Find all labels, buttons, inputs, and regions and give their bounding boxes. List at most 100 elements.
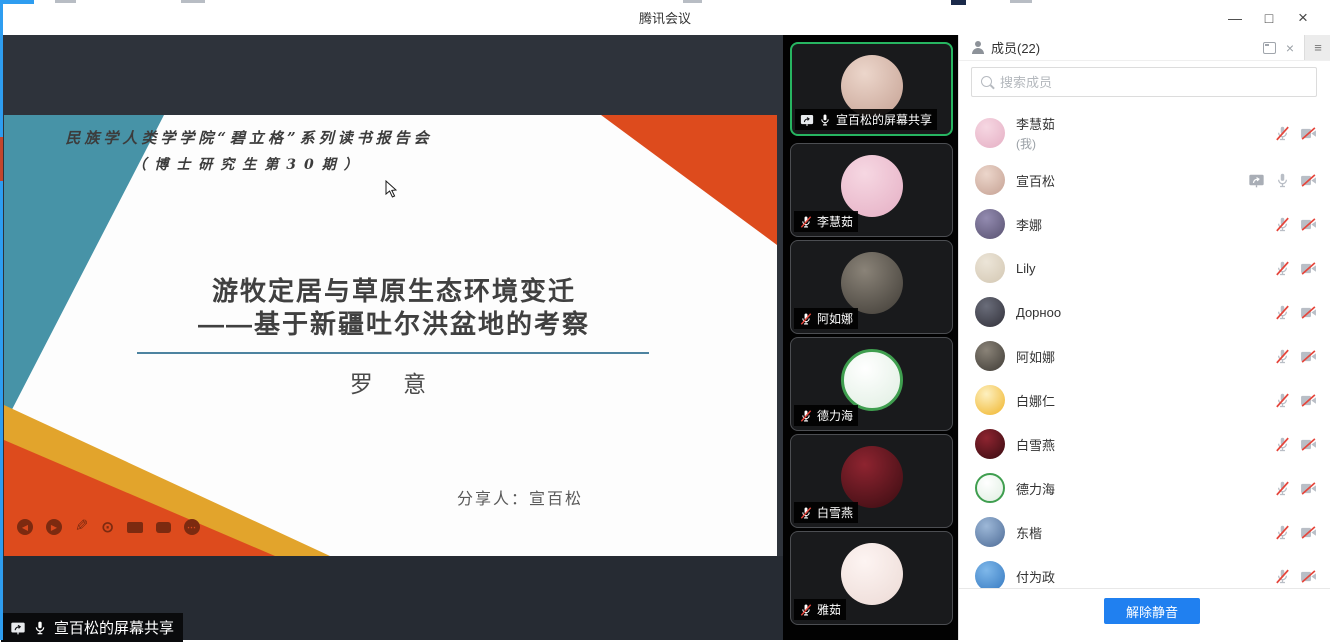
member-camera-icon[interactable] — [1300, 260, 1317, 277]
laser-icon[interactable]: ⊙ — [101, 518, 114, 536]
member-mic-icon[interactable] — [1274, 436, 1291, 453]
tile-name: 德力海 — [817, 407, 853, 424]
tile-name: 阿如娜 — [817, 310, 853, 327]
member-mic-icon[interactable] — [1274, 260, 1291, 277]
next-icon[interactable]: ▶ — [46, 519, 62, 535]
popout-panel-icon[interactable] — [1263, 42, 1276, 54]
avatar — [975, 118, 1005, 148]
video-tile[interactable]: 德力海 — [790, 337, 953, 431]
share-status-chip: 宣百松的屏幕共享 — [1, 613, 183, 642]
comment-icon[interactable] — [156, 522, 171, 533]
member-mic-icon[interactable] — [1274, 304, 1291, 321]
close-button[interactable]: × — [1286, 0, 1320, 35]
avatar — [841, 543, 903, 605]
member-row[interactable]: Lily — [959, 246, 1330, 290]
tile-name-chip: 白雪燕 — [794, 502, 858, 523]
member-row[interactable]: 付为政 — [959, 554, 1330, 588]
slide-title-line1: 游牧定居与草原生态环境变迁 — [129, 275, 659, 308]
member-mic-icon[interactable] — [1274, 568, 1291, 585]
member-row[interactable]: 白雪燕 — [959, 422, 1330, 466]
member-mic-icon[interactable] — [1274, 172, 1291, 189]
member-mic-icon[interactable] — [1274, 524, 1291, 541]
screen-share-icon — [800, 113, 814, 127]
avatar — [841, 252, 903, 314]
mic-icon — [799, 409, 813, 423]
member-camera-icon[interactable] — [1300, 304, 1317, 321]
avatar — [975, 209, 1005, 239]
members-icon — [971, 41, 985, 55]
avatar — [841, 155, 903, 217]
background-window-fragment — [951, 0, 966, 5]
member-camera-icon[interactable] — [1300, 568, 1317, 585]
avatar — [975, 341, 1005, 371]
shared-screen-region: 民族学人类学学院“碧立格”系列读书报告会 （博士研究生第30期） 游牧定居与草原… — [0, 35, 783, 640]
slide-divider-line — [137, 352, 649, 354]
mic-icon — [32, 620, 48, 636]
member-name: 阿如娜 — [1016, 347, 1274, 366]
video-tile[interactable]: 宣百松的屏幕共享 — [790, 42, 953, 136]
avatar — [975, 385, 1005, 415]
mic-icon — [818, 113, 832, 127]
member-list: 李慧茹 (我) 宣百松 — [959, 108, 1330, 588]
tile-name-chip: 李慧茹 — [794, 211, 858, 232]
close-panel-icon[interactable]: × — [1286, 41, 1294, 55]
member-camera-icon[interactable] — [1300, 524, 1317, 541]
member-row[interactable]: 宣百松 — [959, 158, 1330, 202]
member-camera-icon[interactable] — [1300, 125, 1317, 142]
member-row[interactable]: 白娜仁 — [959, 378, 1330, 422]
unmute-button[interactable]: 解除静音 — [1104, 598, 1200, 624]
member-row[interactable]: 东楷 — [959, 510, 1330, 554]
member-row[interactable]: 李娜 — [959, 202, 1330, 246]
avatar — [975, 429, 1005, 459]
tile-name: 白雪燕 — [817, 504, 853, 521]
slide-header: 民族学人类学学院“碧立格”系列读书报告会 （博士研究生第30期） — [34, 127, 464, 174]
tile-name: 宣百松的屏幕共享 — [836, 111, 932, 128]
avatar — [841, 55, 903, 117]
video-tile[interactable]: 李慧茹 — [790, 143, 953, 237]
background-window-fragment — [55, 0, 76, 3]
minimize-button[interactable]: — — [1218, 0, 1252, 35]
maximize-button[interactable]: □ — [1252, 0, 1286, 35]
member-row[interactable]: 阿如娜 — [959, 334, 1330, 378]
panel-menu-icon[interactable]: ≡ — [1304, 35, 1330, 60]
video-tile[interactable]: 白雪燕 — [790, 434, 953, 528]
member-mic-icon[interactable] — [1274, 216, 1291, 233]
member-mic-icon[interactable] — [1274, 480, 1291, 497]
member-camera-icon[interactable] — [1300, 436, 1317, 453]
slide-title-line2: ——基于新疆吐尔洪盆地的考察 — [129, 308, 659, 341]
member-search — [971, 67, 1317, 97]
member-camera-icon[interactable] — [1300, 348, 1317, 365]
video-tile[interactable]: 阿如娜 — [790, 240, 953, 334]
member-row[interactable]: 德力海 — [959, 466, 1330, 510]
member-camera-icon[interactable] — [1300, 480, 1317, 497]
member-camera-icon[interactable] — [1300, 216, 1317, 233]
member-row[interactable]: Дорноо — [959, 290, 1330, 334]
member-camera-icon[interactable] — [1300, 392, 1317, 409]
member-mic-icon[interactable] — [1274, 125, 1291, 142]
member-name: Lily — [1016, 261, 1274, 276]
member-row[interactable]: 李慧茹 (我) — [959, 108, 1330, 158]
avatar — [841, 349, 903, 411]
member-name: 德力海 — [1016, 479, 1274, 498]
screen-share-icon — [10, 621, 26, 635]
avatar — [975, 473, 1005, 503]
member-camera-icon[interactable] — [1300, 172, 1317, 189]
video-tile[interactable]: 雅茹 — [790, 531, 953, 625]
member-name: Дорноо — [1016, 305, 1274, 320]
more-icon[interactable]: ⋯ — [184, 519, 200, 535]
mouse-cursor — [384, 180, 397, 198]
search-input[interactable] — [972, 68, 1316, 96]
avatar — [975, 517, 1005, 547]
member-name: 东楷 — [1016, 523, 1274, 542]
member-mic-icon[interactable] — [1274, 392, 1291, 409]
presentation-slide: 民族学人类学学院“碧立格”系列读书报告会 （博士研究生第30期） 游牧定居与草原… — [4, 115, 777, 556]
member-mic-icon[interactable] — [1274, 348, 1291, 365]
tile-name-chip: 宣百松的屏幕共享 — [795, 109, 937, 130]
orange-triangle-decoration — [601, 115, 777, 245]
avatar — [975, 253, 1005, 283]
pen-icon[interactable]: ✎ — [75, 520, 88, 534]
camera-icon[interactable] — [127, 522, 143, 533]
panel-divider — [959, 588, 1330, 589]
prev-icon[interactable]: ◀ — [17, 519, 33, 535]
tile-name-chip: 雅茹 — [794, 599, 846, 620]
